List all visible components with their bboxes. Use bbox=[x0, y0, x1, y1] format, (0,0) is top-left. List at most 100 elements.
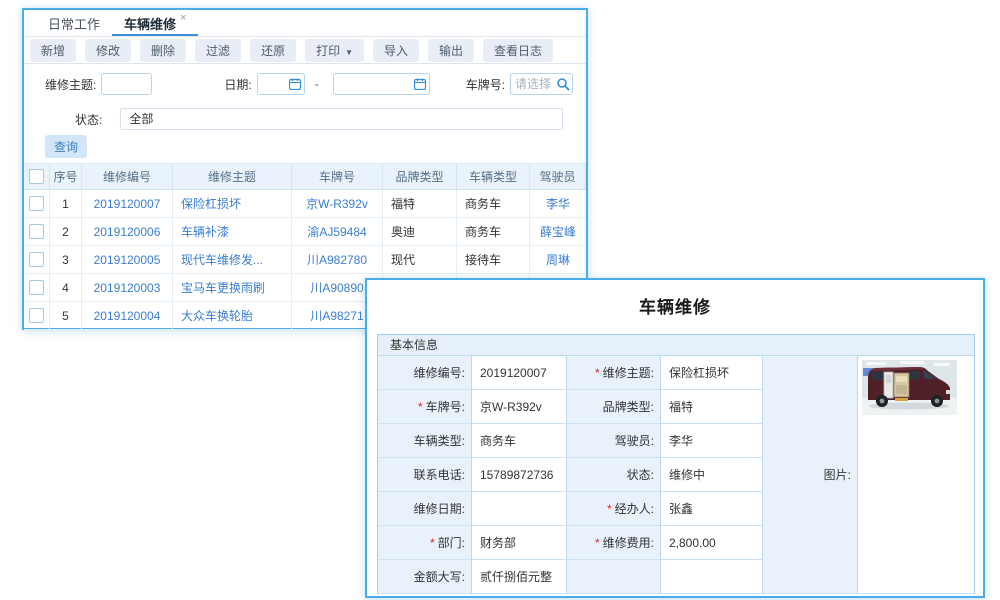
row-checkbox[interactable] bbox=[29, 280, 44, 295]
repair-code-link[interactable]: 2019120003 bbox=[82, 274, 173, 302]
column-header-subject[interactable]: 维修主题 bbox=[173, 164, 292, 190]
calendar-icon[interactable] bbox=[414, 78, 426, 90]
select-all-checkbox[interactable] bbox=[29, 169, 44, 184]
cell-vtype: 商务车 bbox=[457, 218, 530, 246]
driver-link[interactable]: 周琳 bbox=[530, 246, 586, 274]
repair-subject-link[interactable]: 保险杠损坏 bbox=[173, 190, 292, 218]
delete-button[interactable]: 删除 bbox=[140, 39, 186, 62]
column-header-seq[interactable]: 序号 bbox=[50, 164, 82, 190]
date-from-wrap bbox=[257, 73, 305, 95]
tab-bar: 日常工作 车辆维修 × bbox=[24, 10, 586, 37]
field-value-empty bbox=[661, 560, 763, 594]
table-row[interactable]: 3 2019120005 现代车维修发... 川A982780 现代 接待车 周… bbox=[24, 246, 586, 274]
cell-seq: 3 bbox=[50, 246, 82, 274]
row-checkbox[interactable] bbox=[29, 196, 44, 211]
field-value-brand: 福特 bbox=[661, 390, 763, 424]
field-label-driver: 驾驶员: bbox=[567, 424, 661, 458]
tab-close-icon[interactable]: × bbox=[180, 12, 186, 24]
subject-filter-input[interactable] bbox=[101, 73, 152, 95]
filter-button[interactable]: 过滤 bbox=[195, 39, 241, 62]
column-header-plate[interactable]: 车牌号 bbox=[292, 164, 383, 190]
row-checkbox[interactable] bbox=[29, 224, 44, 239]
plate-link[interactable]: 京W-R392v bbox=[292, 190, 383, 218]
date-filter-label: 日期: bbox=[224, 76, 251, 93]
cell-seq: 5 bbox=[50, 302, 82, 330]
field-value-amount-words: 贰仟捌佰元整 bbox=[472, 560, 567, 594]
cell-brand: 现代 bbox=[383, 246, 457, 274]
vehicle-photo bbox=[862, 360, 957, 415]
tab-daily-work-label: 日常工作 bbox=[48, 14, 100, 33]
repair-code-link[interactable]: 2019120006 bbox=[82, 218, 173, 246]
repair-detail-window: 车辆维修 基本信息 图片: bbox=[365, 278, 985, 598]
restore-button[interactable]: 还原 bbox=[250, 39, 296, 62]
add-button[interactable]: 新增 bbox=[30, 39, 76, 62]
cell-vtype: 商务车 bbox=[457, 190, 530, 218]
calendar-icon[interactable] bbox=[289, 78, 301, 90]
required-mark: * bbox=[595, 366, 600, 380]
required-mark: * bbox=[595, 536, 600, 550]
repair-code-link[interactable]: 2019120004 bbox=[82, 302, 173, 330]
plate-link[interactable]: 渝AJ59484 bbox=[292, 218, 383, 246]
driver-link[interactable]: 薛宝峰 bbox=[530, 218, 586, 246]
field-value-vtype: 商务车 bbox=[472, 424, 567, 458]
tab-daily-work[interactable]: 日常工作 bbox=[36, 10, 112, 36]
export-button[interactable]: 输出 bbox=[428, 39, 474, 62]
field-label-subject: *维修主题: bbox=[567, 356, 661, 390]
view-log-button[interactable]: 查看日志 bbox=[483, 39, 553, 62]
row-checkbox[interactable] bbox=[29, 252, 44, 267]
column-header-vtype[interactable]: 车辆类型 bbox=[457, 164, 530, 190]
field-value-subject: 保险杠损坏 bbox=[661, 356, 763, 390]
detail-form: 图片: bbox=[378, 356, 974, 594]
status-filter-label: 状态: bbox=[75, 111, 102, 128]
field-value-plate: 京W-R392v bbox=[472, 390, 567, 424]
field-label-handler: *经办人: bbox=[567, 492, 661, 526]
image-label: 图片: bbox=[763, 356, 858, 594]
field-label-vtype: 车辆类型: bbox=[378, 424, 472, 458]
tab-vehicle-repair-label: 车辆维修 bbox=[124, 14, 176, 33]
filter-row-1: 维修主题: 日期: - 车牌号: bbox=[24, 73, 586, 95]
print-button[interactable]: 打印 ▼ bbox=[305, 39, 364, 62]
repair-subject-link[interactable]: 车辆补漆 bbox=[173, 218, 292, 246]
repair-subject-link[interactable]: 现代车维修发... bbox=[173, 246, 292, 274]
field-label-cost: *维修费用: bbox=[567, 526, 661, 560]
field-label-brand: 品牌类型: bbox=[567, 390, 661, 424]
basic-info-panel: 基本信息 图片: bbox=[377, 334, 975, 594]
column-header-code[interactable]: 维修编号 bbox=[82, 164, 173, 190]
subject-filter-label: 维修主题: bbox=[45, 76, 96, 93]
status-select[interactable]: 全部 bbox=[120, 108, 563, 130]
search-icon[interactable] bbox=[556, 77, 570, 91]
row-checkbox[interactable] bbox=[29, 308, 44, 323]
driver-link[interactable]: 李华 bbox=[530, 190, 586, 218]
required-mark: * bbox=[430, 536, 435, 550]
repair-subject-link[interactable]: 宝马车更换雨刷 bbox=[173, 274, 292, 302]
edit-button[interactable]: 修改 bbox=[85, 39, 131, 62]
section-title: 基本信息 bbox=[378, 335, 974, 356]
repair-code-link[interactable]: 2019120007 bbox=[82, 190, 173, 218]
field-label-plate: *车牌号: bbox=[378, 390, 472, 424]
field-label-status: 状态: bbox=[567, 458, 661, 492]
field-value-driver: 李华 bbox=[661, 424, 763, 458]
plate-filter-label: 车牌号: bbox=[466, 76, 505, 93]
field-value-handler: 张鑫 bbox=[661, 492, 763, 526]
column-header-driver[interactable]: 驾驶员 bbox=[530, 164, 586, 190]
field-value-phone: 15789872736 bbox=[472, 458, 567, 492]
field-label-empty bbox=[567, 560, 661, 594]
required-mark: * bbox=[418, 400, 423, 414]
date-range-separator: - bbox=[315, 77, 319, 91]
plate-link[interactable]: 川A982780 bbox=[292, 246, 383, 274]
column-header-brand[interactable]: 品牌类型 bbox=[383, 164, 457, 190]
table-row[interactable]: 2 2019120006 车辆补漆 渝AJ59484 奥迪 商务车 薛宝峰 bbox=[24, 218, 586, 246]
cell-seq: 1 bbox=[50, 190, 82, 218]
caret-down-icon: ▼ bbox=[345, 48, 353, 57]
query-button[interactable]: 查询 bbox=[45, 135, 87, 158]
tab-vehicle-repair[interactable]: 车辆维修 × bbox=[112, 10, 198, 36]
import-button[interactable]: 导入 bbox=[373, 39, 419, 62]
field-label-repair-no: 维修编号: bbox=[378, 356, 472, 390]
table-row[interactable]: 1 2019120007 保险杠损坏 京W-R392v 福特 商务车 李华 bbox=[24, 190, 586, 218]
cell-brand: 福特 bbox=[383, 190, 457, 218]
repair-subject-link[interactable]: 大众车换轮胎 bbox=[173, 302, 292, 330]
field-label-phone: 联系电话: bbox=[378, 458, 472, 492]
print-button-label: 打印 bbox=[316, 44, 340, 58]
field-value-repair-no: 2019120007 bbox=[472, 356, 567, 390]
repair-code-link[interactable]: 2019120005 bbox=[82, 246, 173, 274]
